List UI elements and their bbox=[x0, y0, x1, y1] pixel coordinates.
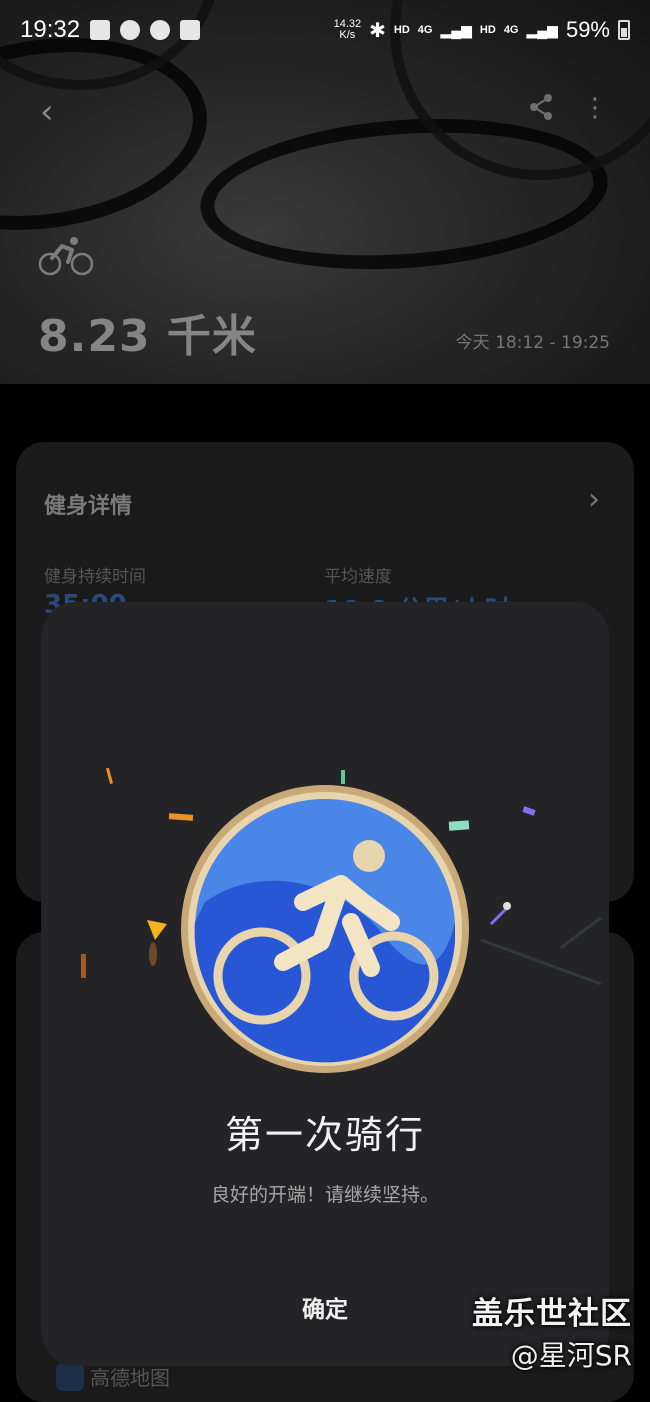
network-type-1: 4G bbox=[417, 24, 433, 36]
watermark-title: 盖乐世社区 bbox=[472, 1296, 632, 1332]
map-attribution: 高德地图 bbox=[56, 1362, 170, 1391]
watermark-author: @星河SR bbox=[510, 1339, 632, 1372]
hd-badge-2: HD bbox=[479, 24, 496, 36]
dialog-title: 第一次骑行 bbox=[224, 1113, 425, 1157]
message-icon bbox=[120, 20, 141, 40]
bicycle-icon bbox=[38, 237, 94, 276]
battery-level: 59% bbox=[565, 17, 610, 42]
gallery-icon bbox=[90, 20, 111, 40]
share-icon[interactable] bbox=[526, 92, 556, 122]
bluetooth-icon: ✱ bbox=[369, 19, 386, 42]
network-type-2: 4G bbox=[503, 24, 519, 36]
network-speed: 14.32 K/s bbox=[333, 18, 362, 41]
app-icon bbox=[150, 20, 171, 40]
chevron-right-icon[interactable]: › bbox=[588, 482, 600, 517]
map-attribution-label: 高德地图 bbox=[90, 1366, 170, 1390]
confirm-button[interactable]: 确定 bbox=[255, 1286, 395, 1334]
status-bar: 19:32 14.32 K/s ✱ HD 4G ▂▄▆ HD 4G ▂▄▆ 59… bbox=[0, 0, 650, 60]
hd-badge-1: HD bbox=[393, 24, 410, 36]
cycling-badge-icon bbox=[81, 767, 602, 1073]
back-icon[interactable]: ‹ bbox=[40, 92, 70, 132]
battery-icon bbox=[618, 20, 630, 40]
workout-time-range: 今天 18:12 - 19:25 bbox=[455, 333, 610, 353]
signal-icon-2: ▂▄▆ bbox=[526, 21, 558, 38]
achievement-dialog: 第一次骑行 良好的开端！请继续坚持。 确定 bbox=[41, 602, 609, 1366]
avg-speed-label: 平均速度 bbox=[324, 567, 392, 587]
amap-logo-icon bbox=[56, 1362, 84, 1391]
signal-icon-1: ▂▄▆ bbox=[440, 21, 472, 38]
duration-label: 健身持续时间 bbox=[44, 567, 146, 587]
workout-distance: 8.23 千米 bbox=[38, 311, 257, 362]
more-icon[interactable]: ⋮ bbox=[582, 94, 608, 124]
dialog-subtitle: 良好的开端！请继续坚持。 bbox=[210, 1184, 439, 1206]
details-card-title: 健身详情 bbox=[44, 494, 133, 519]
status-time: 19:32 bbox=[20, 16, 81, 43]
check-icon bbox=[180, 20, 201, 40]
